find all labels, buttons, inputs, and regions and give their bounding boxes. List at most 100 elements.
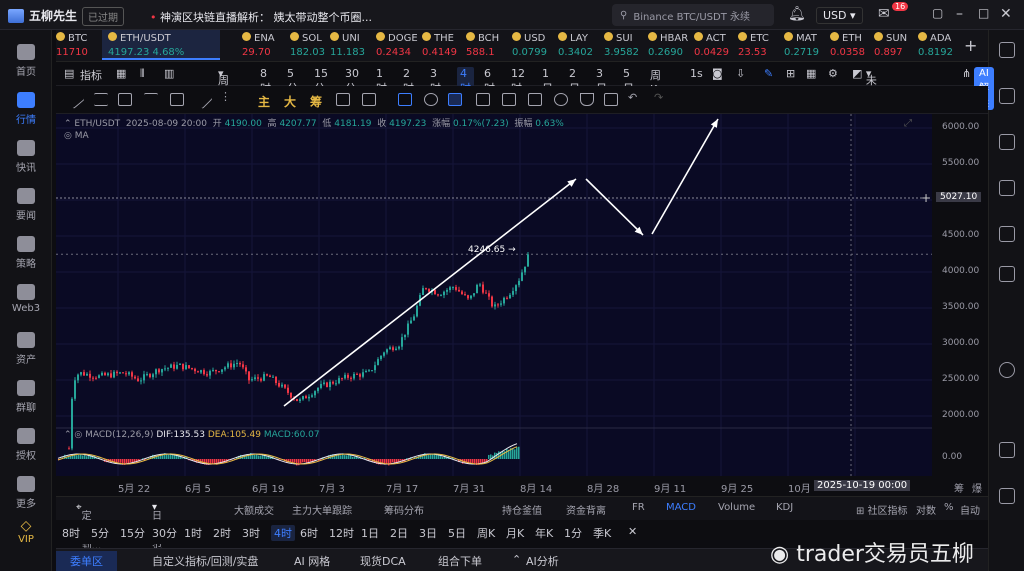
list-icon[interactable] — [999, 134, 1015, 150]
app-logo[interactable]: 五柳先生 — [8, 7, 77, 24]
fullscreen-icon[interactable]: ▢ — [932, 6, 943, 20]
sidebar-item-vip[interactable]: ◇ VIP — [0, 518, 52, 545]
ticker-usd[interactable]: USD 0.0799 — [512, 32, 547, 60]
list-tools-icon[interactable] — [604, 93, 618, 106]
rectangle-icon[interactable] — [170, 93, 184, 106]
bottom-tab-0[interactable]: 委单区 — [56, 551, 117, 571]
add-ticker-icon[interactable]: + — [964, 36, 977, 55]
indicators-icon[interactable]: ▤ — [64, 67, 74, 80]
undo-icon[interactable]: ↶ — [628, 91, 637, 104]
ticker-act[interactable]: ACT 0.0429 — [694, 32, 729, 60]
close-icon[interactable]: ✕ — [1000, 6, 1012, 22]
panel-icon[interactable] — [999, 266, 1015, 282]
tfrow-周K[interactable]: 周K — [477, 525, 495, 541]
note-icon[interactable] — [999, 488, 1015, 504]
layout-switch-icon[interactable]: ◩ 未命名 ▾ — [852, 67, 877, 119]
indicator-1[interactable]: 主力大单跟踪 — [292, 502, 352, 517]
indicators-button[interactable]: 指标 — [80, 67, 102, 83]
mail-icon[interactable]: ✉ — [878, 6, 890, 22]
sidebar-item-more[interactable]: 更多 — [0, 476, 52, 510]
indicator-4[interactable]: 资金背离 — [566, 502, 606, 517]
sidebar-item-home[interactable]: 首页 — [0, 44, 52, 78]
tfrow-8时[interactable]: 8时 — [62, 525, 80, 541]
tfrow-3日[interactable]: 3日 — [419, 525, 437, 541]
bottom-tab-1[interactable]: 自定义指标/回测/实盘 — [152, 553, 258, 569]
tfrow-12时[interactable]: 12时 — [329, 525, 354, 541]
tfrow-30分[interactable]: 30分 — [152, 525, 177, 541]
axis-control[interactable]: 爆 — [972, 480, 982, 495]
ticker-mat[interactable]: MAT 0.2719 — [784, 32, 819, 60]
refresh-icon[interactable] — [999, 362, 1015, 378]
sidebar-item-chat[interactable]: 群聊 — [0, 380, 52, 414]
parallel-icon[interactable] — [118, 93, 132, 106]
indicator-3[interactable]: 持仓釜值 — [502, 502, 542, 517]
news-ticker[interactable]: • 神演区块链直播解析： 姨太带动整个币圈... — [150, 9, 372, 25]
tfrow-5日[interactable]: 5日 — [448, 525, 466, 541]
indicator-5[interactable]: FR — [632, 502, 645, 513]
ticker-lay[interactable]: LAY 0.3402 — [558, 32, 593, 60]
window-icon[interactable] — [999, 442, 1015, 458]
more-tools-icon[interactable]: ⋮ — [220, 90, 231, 103]
camera-icon[interactable]: ◙ — [712, 67, 723, 80]
tfrow-5分[interactable]: 5分 — [91, 525, 109, 541]
period-button[interactable]: 周期 ▾ — [218, 67, 229, 103]
ticker-bch[interactable]: BCH 588.1 — [466, 32, 499, 60]
ticker-btc[interactable]: BTC 11710 — [56, 32, 88, 60]
eye-icon[interactable]: ◎ — [64, 131, 75, 141]
tfrow-1时[interactable]: 1时 — [184, 525, 202, 541]
trendline-icon[interactable] — [65, 90, 85, 109]
main-tool[interactable]: 主 — [258, 93, 270, 110]
sidebar-item-strategy[interactable]: 策略 — [0, 236, 52, 270]
collapse-icon[interactable]: ⌃ — [64, 119, 74, 129]
sidebar-item-auth[interactable]: 授权 — [0, 428, 52, 462]
hline-icon[interactable] — [94, 93, 108, 106]
indicator-right-3[interactable]: 自动 — [960, 502, 980, 517]
axis-control[interactable]: 筹 — [954, 480, 964, 495]
magnet-icon[interactable] — [424, 93, 438, 106]
ticker-ena[interactable]: ENA 29.70 — [242, 32, 275, 60]
layout-icon[interactable] — [999, 42, 1015, 58]
indicator-right-1[interactable]: 对数 — [916, 502, 936, 517]
indicator-8[interactable]: KDJ — [776, 502, 793, 513]
time-axis[interactable]: 5月 22 6月 5 6月 19 7月 3 7月 17 7月 31 8月 14 8月 28 9月… — [56, 476, 988, 496]
compare-icon[interactable] — [476, 93, 490, 106]
lock-icon[interactable] — [528, 93, 542, 106]
indicator-0[interactable]: 大额成交 — [234, 502, 274, 517]
edit-icon[interactable] — [336, 93, 350, 106]
sidebar-item-flash[interactable]: 快讯 — [0, 140, 52, 174]
locate-button[interactable]: ⌖ 定位到... — [76, 502, 101, 552]
grid-icon[interactable]: ⊞ — [786, 67, 795, 80]
ticker-ada[interactable]: ADA 0.8192 — [918, 32, 953, 60]
gear-icon[interactable]: ⚙ — [828, 67, 838, 80]
ticker-etc[interactable]: ETC 23.53 — [738, 32, 769, 60]
bell-icon[interactable]: 🔔︎ — [788, 6, 806, 22]
document-icon[interactable] — [999, 88, 1015, 104]
candle-type-icon[interactable]: ⫴ — [140, 67, 145, 81]
collapse-panel-icon[interactable]: ⌃ — [512, 553, 521, 566]
expand-icon[interactable]: ⤢ — [904, 118, 912, 129]
search-input[interactable]: ⚲ Binance BTC/USDT 永续 — [612, 4, 774, 26]
bottom-tab-4[interactable]: 组合下单 — [438, 553, 482, 569]
tfrow-15分[interactable]: 15分 — [120, 525, 145, 541]
ray-icon[interactable] — [144, 93, 158, 106]
sidebar-item-market[interactable]: 行情 — [0, 92, 52, 126]
ticker-eth-usdt[interactable]: ETH/USDT 4197.23 4.68% — [102, 30, 220, 60]
share-icon[interactable]: ⋔ — [962, 67, 971, 80]
sync-icon[interactable] — [554, 93, 568, 106]
tfrow-6时[interactable]: 6时 — [300, 525, 318, 541]
chip-tool[interactable]: 筹 — [310, 93, 322, 110]
brush-icon[interactable] — [448, 93, 462, 106]
tfrow-1日[interactable]: 1日 — [361, 525, 379, 541]
select-icon[interactable] — [398, 93, 412, 106]
price-axis[interactable]: 6000.00 5500.00 5027.10 4500.00 4000.00 3500.… — [932, 114, 988, 476]
tfrow-2时[interactable]: 2时 — [213, 525, 231, 541]
calendar-icon[interactable]: ▦ — [116, 67, 126, 80]
currency-select[interactable]: USD ▾ — [816, 7, 863, 24]
ticker-uni[interactable]: UNI 11.183 — [330, 32, 365, 60]
tfrow-年K[interactable]: 年K — [535, 525, 553, 541]
chart-settings-icon[interactable]: ▦ — [806, 67, 816, 80]
indicator-2[interactable]: 筹码分布 — [384, 502, 424, 517]
minimize-icon[interactable]: – — [956, 6, 963, 22]
indicator-7[interactable]: Volume — [718, 502, 755, 513]
sidebar-item-assets[interactable]: 资产 — [0, 332, 52, 366]
